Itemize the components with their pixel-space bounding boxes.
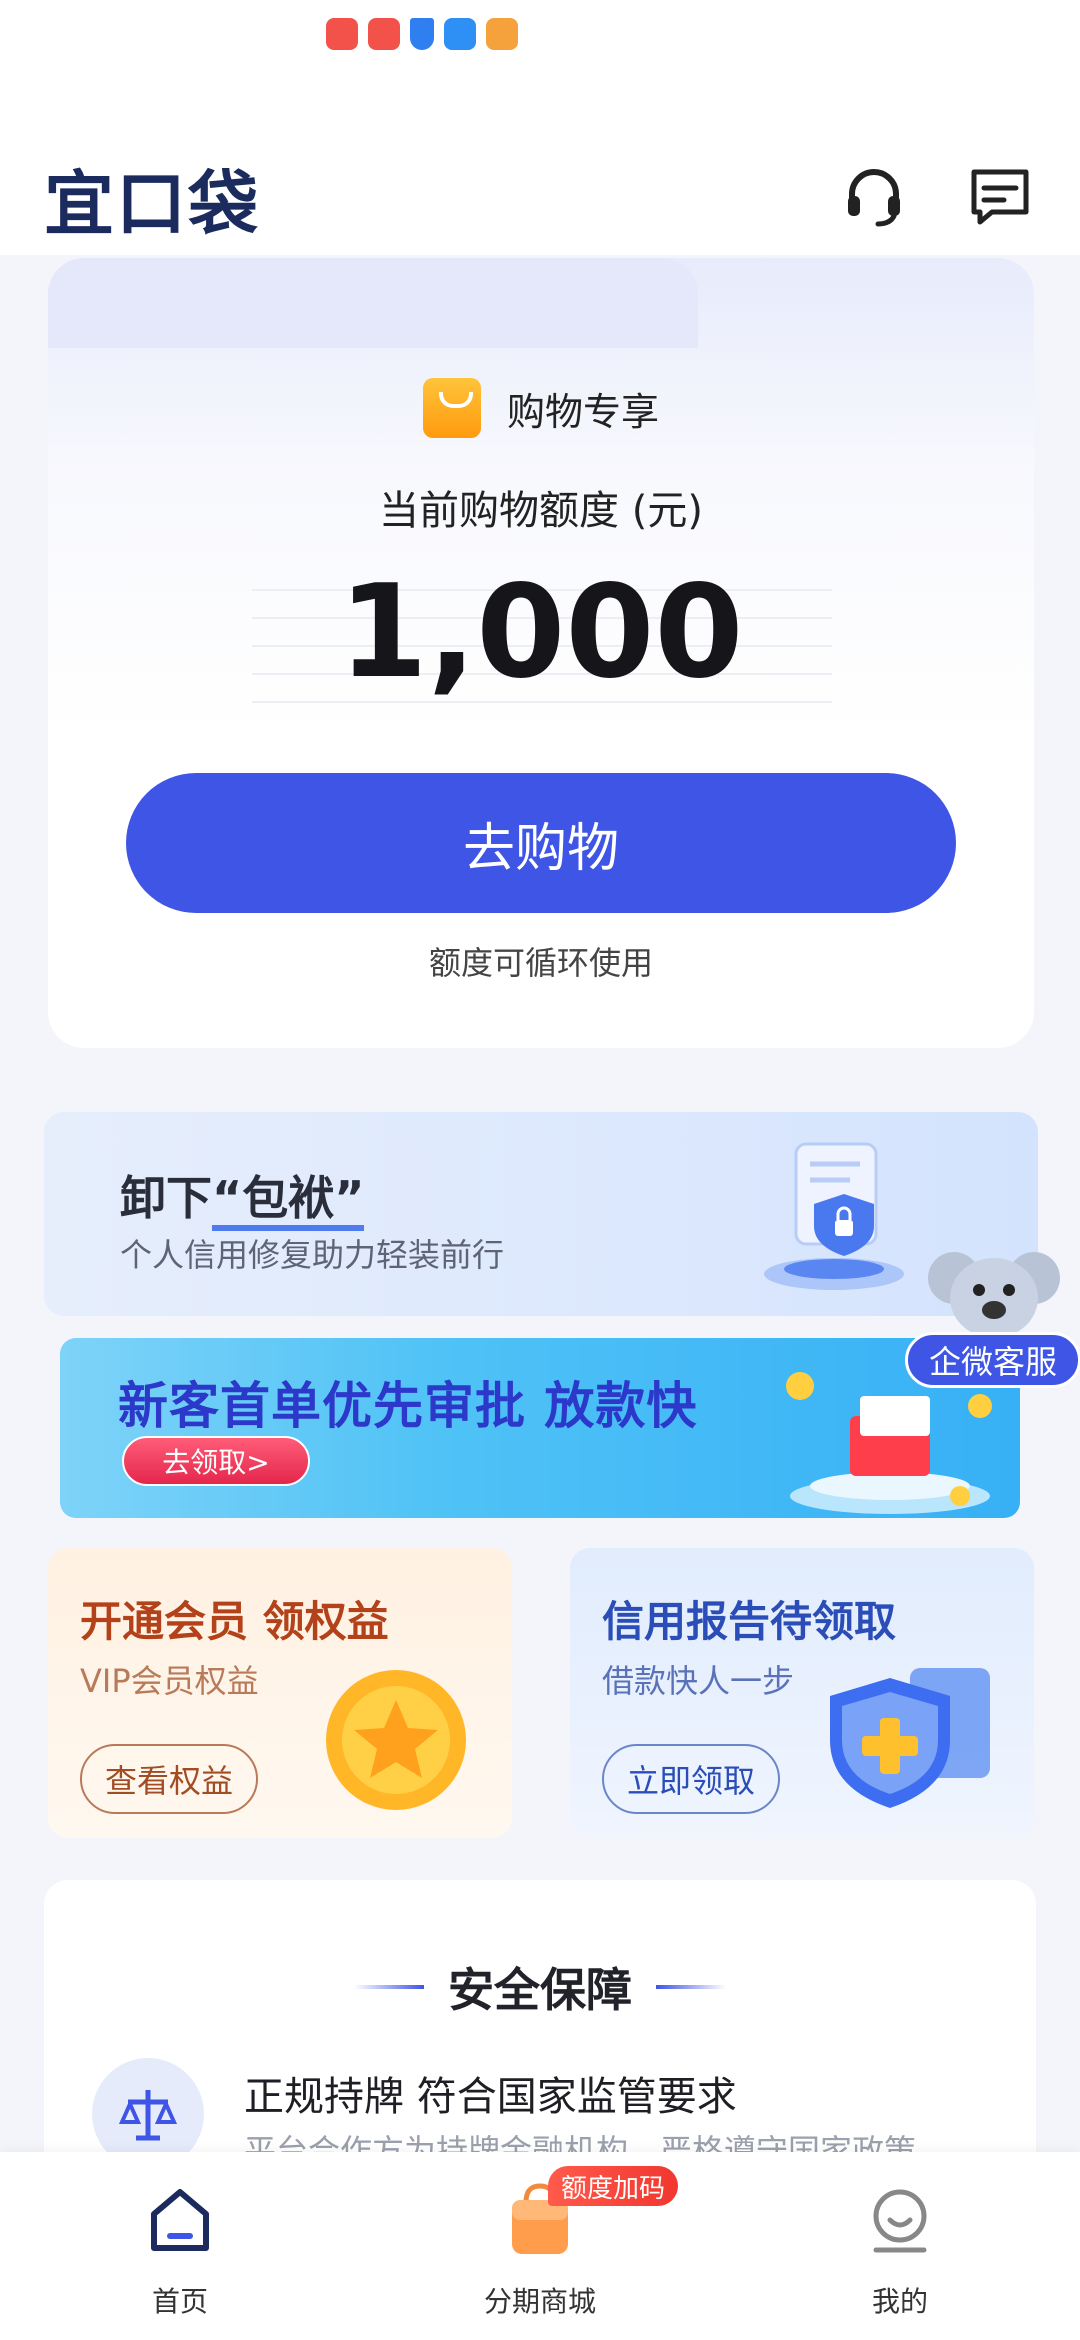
shopping-bag-icon: [422, 378, 481, 438]
credit-repair-subtitle: 个人信用修复助力轻装前行: [120, 1236, 505, 1274]
tab-mine-label: 我的: [871, 2285, 928, 2318]
title-divider-left: [354, 1985, 424, 1989]
headset-icon[interactable]: [840, 162, 908, 230]
credit-repair-title-highlight: “包袱”: [212, 1171, 365, 1231]
licensed-item-title: 正规持牌 符合国家监管要求: [244, 2074, 737, 2120]
status-icons: [326, 18, 518, 50]
claim-now-button[interactable]: 立即领取: [602, 1744, 780, 1814]
app-header: 宜口袋: [0, 80, 1080, 255]
card-tab-decoration: [48, 258, 698, 348]
tab-mine[interactable]: 我的: [780, 2152, 1020, 2340]
credit-card-subtitle: 借款快人一步: [602, 1662, 795, 1700]
reusable-limit-note: 额度可循环使用: [428, 944, 653, 982]
tab-home[interactable]: 首页: [60, 2152, 300, 2340]
vip-card-subtitle: VIP会员权益: [80, 1662, 259, 1700]
app-logo: 宜口袋: [44, 163, 260, 245]
security-title-row: 安全保障: [44, 1954, 1036, 2020]
huawei-app-icon: [368, 18, 400, 50]
status-bar: [0, 0, 1080, 80]
limit-amount: 1,000: [338, 558, 744, 707]
document-shield-illustration: [764, 1142, 904, 1290]
credit-repair-banner[interactable]: 卸下“包袱” 个人信用修复助力轻装前行: [44, 1112, 1038, 1316]
limit-label: 当前购物额度 (元): [379, 488, 703, 534]
credit-card-title: 信用报告待领取: [602, 1597, 897, 1646]
shopping-limit-card: 购物专享 当前购物额度 (元) 1,000 去购物 额度可循环使用: [48, 258, 1034, 1048]
credit-repair-title: 卸下“包袱”: [120, 1162, 365, 1231]
enterprise-wechat-service-button[interactable]: 企微客服: [905, 1332, 1080, 1388]
vip-membership-card[interactable]: 开通会员 领权益 VIP会员权益 查看权益: [48, 1548, 512, 1838]
tab-installment-mall-label: 分期商城: [483, 2285, 596, 2318]
profile-icon: [873, 2189, 927, 2253]
credit-repair-title-prefix: 卸下: [120, 1171, 212, 1225]
video-app-icon: [486, 18, 518, 50]
bottom-tab-bar: 首页 分期商城 我的: [0, 2152, 1080, 2340]
limit-boost-badge: 额度加码: [548, 2166, 678, 2206]
shield-plus-icon: [830, 1668, 990, 1808]
credit-report-card[interactable]: 信用报告待领取 借款快人一步 立即领取: [570, 1548, 1034, 1838]
tab-home-label: 首页: [151, 2285, 208, 2318]
weather-app-icon: [444, 18, 476, 50]
view-benefits-button[interactable]: 查看权益: [80, 1744, 258, 1814]
security-title: 安全保障: [448, 1963, 632, 2017]
title-divider-right: [656, 1985, 726, 1989]
huawei-app-icon: [326, 18, 358, 50]
star-coin-icon: [326, 1670, 466, 1810]
koala-mascot-icon[interactable]: [924, 1238, 1064, 1338]
message-icon[interactable]: [966, 162, 1034, 230]
go-shopping-button[interactable]: 去购物: [126, 773, 956, 913]
new-customer-title: 新客首单优先审批 放款快: [118, 1377, 698, 1435]
shield-app-icon: [410, 18, 434, 50]
shopping-badge: 购物专享: [48, 378, 1034, 438]
new-customer-banner[interactable]: 新客首单优先审批 放款快 去领取>: [60, 1338, 1020, 1518]
claim-button[interactable]: 去领取>: [122, 1436, 310, 1486]
shopping-badge-label: 购物专享: [506, 389, 659, 434]
home-icon: [151, 2189, 209, 2251]
vip-card-title: 开通会员 领权益: [80, 1597, 389, 1646]
security-section: 安全保障 正规持牌 符合国家监管要求 平台合作方为持牌金融机构，严格遵守国家政策: [44, 1880, 1036, 2180]
